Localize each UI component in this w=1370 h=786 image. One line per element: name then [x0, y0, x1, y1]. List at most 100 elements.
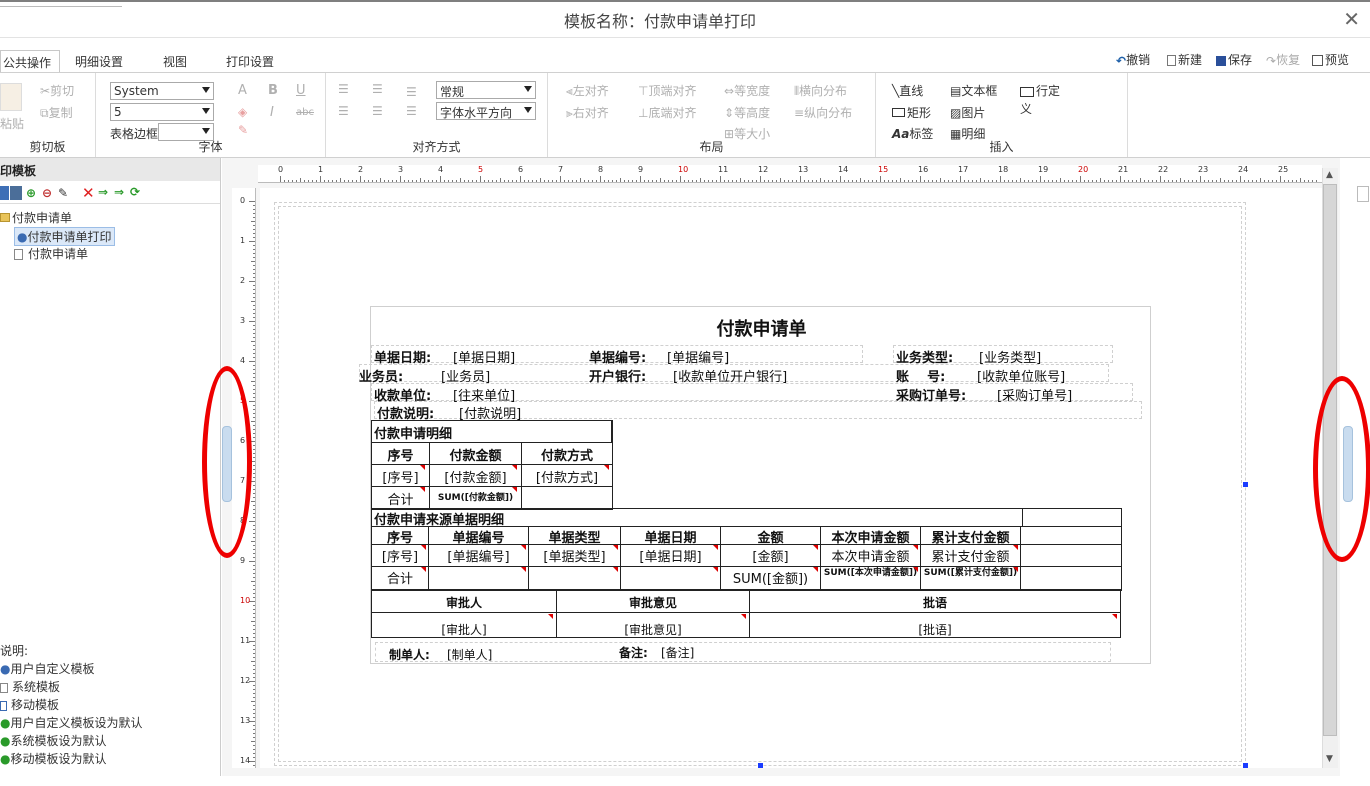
strike-button[interactable]: abc — [296, 107, 314, 118]
table-cell[interactable]: 本次申请金额 — [821, 545, 921, 567]
align-center-icon[interactable]: ☰ — [372, 104, 383, 118]
italic-button[interactable]: I — [270, 105, 274, 120]
align-left-button[interactable]: ⫷左对齐 — [566, 82, 609, 99]
table-cell[interactable]: [审批意见] — [557, 613, 750, 638]
align-right-icon[interactable]: ☰ — [406, 104, 417, 118]
total-cell[interactable] — [621, 567, 721, 590]
field-label[interactable]: 业务员: — [359, 366, 403, 385]
column-header[interactable]: 付款金额 — [430, 443, 522, 465]
total-cell[interactable] — [429, 567, 529, 590]
insert-row-def-button[interactable]: 行定义 — [1020, 82, 1070, 118]
field-label[interactable]: 单据编号: — [589, 347, 646, 366]
bold-button[interactable]: B — [268, 83, 278, 98]
table-cell[interactable]: [付款方式] — [522, 465, 612, 487]
field-value[interactable]: [业务类型] — [979, 347, 1041, 366]
resize-handle[interactable] — [758, 763, 763, 768]
field-value[interactable]: [单据日期] — [453, 347, 515, 366]
field-value[interactable]: [业务员] — [441, 366, 490, 385]
align-top-button[interactable]: ⊤顶端对齐 — [638, 82, 696, 99]
field-value[interactable]: [采购订单号] — [997, 385, 1072, 404]
insert-line-button[interactable]: ╲直线 — [892, 82, 923, 99]
field-label[interactable]: 开户银行: — [589, 366, 646, 385]
table-cell[interactable]: [付款金额] — [430, 465, 522, 487]
column-header[interactable] — [1021, 526, 1122, 545]
tab-detail-settings[interactable]: 明细设置 — [75, 53, 123, 70]
field-value[interactable]: [往来单位] — [453, 385, 515, 404]
text-direction-select[interactable]: 字体水平方向 — [436, 102, 536, 120]
field-label[interactable]: 账 号: — [896, 366, 945, 385]
total-cell[interactable]: SUM([本次申请金额]) — [821, 567, 921, 590]
text-style-select[interactable]: 常规 — [436, 81, 536, 99]
detail-table-payment[interactable]: 付款申请明细 序号 付款金额 付款方式 [序号] [付款金额] [付款方式] 合… — [371, 420, 613, 510]
export-icon[interactable]: ⇒ — [114, 185, 124, 199]
new-button[interactable]: 新建 — [1167, 51, 1202, 68]
table-cell[interactable]: [金额] — [721, 545, 821, 567]
add-icon[interactable]: ⊕ — [26, 186, 36, 200]
column-header[interactable]: 批语 — [750, 591, 1121, 613]
resize-handle[interactable] — [1243, 482, 1248, 487]
font-size-select[interactable]: 5 — [110, 103, 214, 121]
detail-title[interactable]: 付款申请来源单据明细 — [372, 509, 1022, 527]
save-as-icon[interactable] — [10, 186, 22, 200]
total-cell[interactable] — [1021, 567, 1122, 590]
table-cell[interactable] — [1021, 545, 1122, 567]
remove-icon[interactable]: ⊖ — [42, 186, 52, 200]
right-panel-toggle[interactable] — [1357, 186, 1369, 202]
scroll-down-icon[interactable]: ▼ — [1326, 754, 1333, 764]
table-cell[interactable]: 累计支付金额 — [921, 545, 1021, 567]
column-header[interactable]: 审批意见 — [557, 591, 750, 613]
save-button[interactable]: 保存 — [1216, 51, 1252, 68]
cut-button[interactable]: ✂剪切 — [40, 82, 74, 99]
resize-handle[interactable] — [1243, 763, 1248, 768]
tree-item-selected[interactable]: ●付款申请单打印 — [14, 227, 115, 246]
insert-rect-button[interactable]: 矩形 — [892, 104, 931, 121]
report-body[interactable]: 付款申请单 单据日期: [单据日期] 单据编号: [单据编号] 业务类型: [业… — [359, 306, 1152, 664]
align-bottom-button[interactable]: ⊥底端对齐 — [638, 104, 696, 121]
copy-button[interactable]: ⧉复制 — [40, 104, 73, 121]
field-label[interactable]: 单据日期: — [374, 347, 431, 366]
column-header[interactable]: 单据类型 — [529, 526, 621, 545]
field-value[interactable]: [单据编号] — [667, 347, 729, 366]
total-cell[interactable] — [529, 567, 621, 590]
column-header[interactable]: 单据日期 — [621, 526, 721, 545]
hdist-button[interactable]: ⫴横向分布 — [794, 82, 847, 99]
total-cell[interactable] — [522, 487, 612, 509]
font-name-select[interactable]: System — [110, 82, 214, 100]
column-header[interactable]: 审批人 — [371, 591, 557, 613]
table-cell[interactable]: [审批人] — [371, 613, 557, 638]
align-top-left-icon[interactable]: ☰ — [338, 82, 349, 96]
column-header[interactable]: 本次申请金额 — [821, 526, 921, 545]
paste-button[interactable]: 粘贴 — [0, 115, 24, 132]
fill-color-icon[interactable]: ◈ — [238, 105, 247, 119]
align-left-icon[interactable]: ☰ — [338, 104, 349, 118]
report-title[interactable]: 付款申请单 — [371, 315, 1152, 341]
vdist-button[interactable]: ≡纵向分布 — [794, 104, 852, 121]
edit-icon[interactable]: ✎ — [58, 186, 68, 200]
refresh-icon[interactable]: ⟳ — [130, 185, 140, 199]
column-header[interactable]: 序号 — [371, 526, 429, 545]
align-top-right-icon[interactable]: ☰ — [406, 85, 417, 99]
remark-value[interactable]: [备注] — [661, 644, 694, 661]
preview-button[interactable]: 预览 — [1312, 51, 1349, 68]
maker-label[interactable]: 制单人: — [389, 646, 430, 663]
column-header[interactable]: 累计支付金额 — [921, 526, 1021, 545]
total-cell[interactable]: SUM([累计支付金额]) — [921, 567, 1021, 590]
same-width-button[interactable]: ⇔等宽度 — [724, 82, 770, 99]
column-header[interactable]: 序号 — [372, 443, 430, 465]
table-cell[interactable]: [单据类型] — [529, 545, 621, 567]
column-header[interactable]: 付款方式 — [522, 443, 612, 465]
same-height-button[interactable]: ⇕等高度 — [724, 104, 770, 121]
detail-title[interactable]: 付款申请明细 — [372, 421, 612, 443]
remark-label[interactable]: 备注: — [619, 644, 648, 661]
maker-value[interactable]: [制单人] — [447, 646, 492, 663]
insert-image-button[interactable]: ▨图片 — [950, 104, 985, 121]
align-right-button[interactable]: ⫸右对齐 — [566, 104, 609, 121]
field-label[interactable]: 收款单位: — [374, 385, 431, 404]
tree-item[interactable]: 付款申请单 — [14, 245, 88, 262]
column-header[interactable]: 单据编号 — [429, 526, 529, 545]
align-top-center-icon[interactable]: ☰ — [372, 82, 383, 96]
field-value[interactable]: [收款单位账号] — [977, 366, 1065, 385]
save-template-icon[interactable] — [0, 186, 9, 200]
import-icon[interactable]: ⇒ — [98, 185, 108, 199]
field-value[interactable]: [收款单位开户银行] — [673, 366, 787, 385]
